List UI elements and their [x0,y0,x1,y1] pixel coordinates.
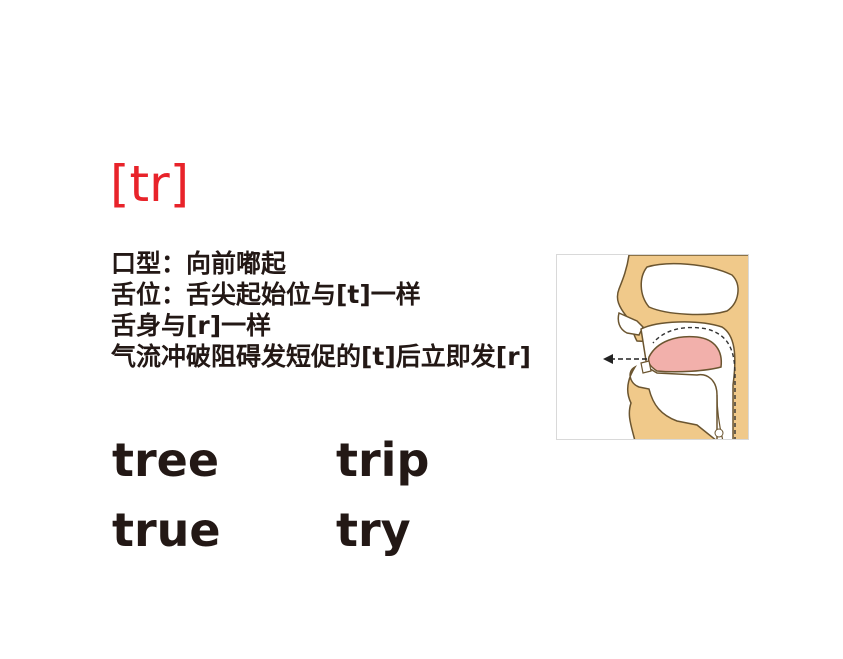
pronunciation-description: 口型：向前嘟起 舌位：舌尖起始位与[t]一样 舌身与[r]一样 气流冲破阻碍发短… [111,248,541,372]
example-word: tree [112,433,220,487]
example-words: tree trip true try [112,430,532,570]
tongue-body-line: 舌身与[r]一样 [111,311,272,340]
tongue-position-line: 舌位：舌尖起始位与[t]一样 [111,280,421,309]
mouth-shape-line: 口型：向前嘟起 [111,249,287,278]
example-word: try [336,503,411,557]
example-word: true [112,503,221,557]
example-word: trip [336,433,430,487]
mouth-cross-section-icon [557,255,748,439]
airflow-line: 气流冲破阻碍发短促的[t]后立即发[r] [111,342,531,371]
mouth-cross-section-illustration [556,254,749,440]
phonetic-symbol: [tr] [110,155,190,213]
